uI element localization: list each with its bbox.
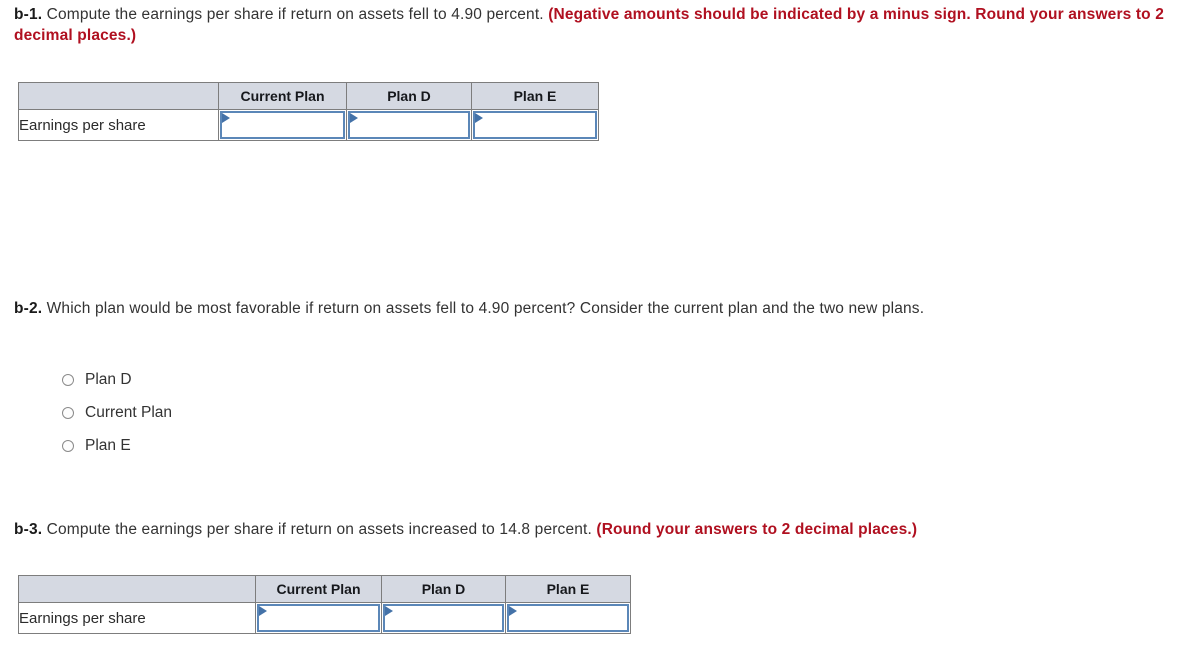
question-b1-text: Compute the earnings per share if return… [42, 6, 549, 23]
table-b3-row-label-eps: Earnings per share [18, 602, 256, 634]
radio-button-icon[interactable] [62, 373, 74, 386]
radio-button-icon[interactable] [62, 439, 74, 452]
table-header-row: Current Plan Plan D Plan E [18, 82, 599, 110]
table-b1-header-plan-e: Plan E [471, 82, 599, 110]
table-b1-header-blank [18, 82, 219, 110]
table-row: Earnings per share [18, 602, 631, 634]
radio-label-current-plan: Current Plan [85, 403, 173, 421]
input-b3-plan-d[interactable] [383, 604, 504, 632]
table-header-row: Current Plan Plan D Plan E [18, 575, 631, 603]
question-b3-emphasis: (Round your answers to 2 decimal places.… [596, 521, 918, 538]
table-b1-header-current-plan: Current Plan [218, 82, 347, 110]
answer-table-b3: Current Plan Plan D Plan E Earnings per … [18, 575, 631, 634]
question-b2-prompt: b-2. Which plan would be most favorable … [14, 298, 1194, 319]
table-b1-cell-current-plan[interactable] [218, 109, 347, 141]
question-b2-text: Which plan would be most favorable if re… [42, 300, 925, 317]
table-b3-header-current-plan: Current Plan [255, 575, 382, 603]
table-b3-header-blank [18, 575, 256, 603]
table-b3-header-plan-e: Plan E [505, 575, 631, 603]
input-b1-plan-e[interactable] [473, 111, 597, 139]
table-b3-cell-current-plan[interactable] [255, 602, 382, 634]
table-row: Earnings per share [18, 109, 599, 141]
input-b1-current-plan[interactable] [220, 111, 345, 139]
question-b2-label: b-2. [14, 300, 43, 317]
radio-group-b2: Plan D Current Plan Plan E [62, 363, 172, 462]
table-b3-header-plan-d: Plan D [381, 575, 506, 603]
answer-table-b1: Current Plan Plan D Plan E Earnings per … [18, 82, 599, 141]
radio-option-plan-d[interactable]: Plan D [62, 363, 172, 396]
table-b1-row-label-eps: Earnings per share [18, 109, 219, 141]
question-b1-label: b-1. [14, 6, 43, 23]
question-b3-label: b-3. [14, 521, 43, 538]
question-b3-text: Compute the earnings per share if return… [42, 521, 597, 538]
radio-option-plan-e[interactable]: Plan E [62, 429, 172, 462]
table-b1-header-plan-d: Plan D [346, 82, 472, 110]
question-b3-prompt: b-3. Compute the earnings per share if r… [14, 519, 1194, 540]
question-b1-prompt: b-1. Compute the earnings per share if r… [14, 4, 1194, 46]
radio-option-current-plan[interactable]: Current Plan [62, 396, 172, 429]
radio-button-icon[interactable] [62, 406, 74, 419]
table-b1-cell-plan-e[interactable] [471, 109, 599, 141]
input-b3-plan-e[interactable] [507, 604, 629, 632]
table-b1-cell-plan-d[interactable] [346, 109, 472, 141]
input-b1-plan-d[interactable] [348, 111, 470, 139]
table-b3-cell-plan-d[interactable] [381, 602, 506, 634]
table-b3-cell-plan-e[interactable] [505, 602, 631, 634]
radio-label-plan-d: Plan D [85, 370, 132, 388]
radio-label-plan-e: Plan E [85, 436, 131, 454]
input-b3-current-plan[interactable] [257, 604, 380, 632]
